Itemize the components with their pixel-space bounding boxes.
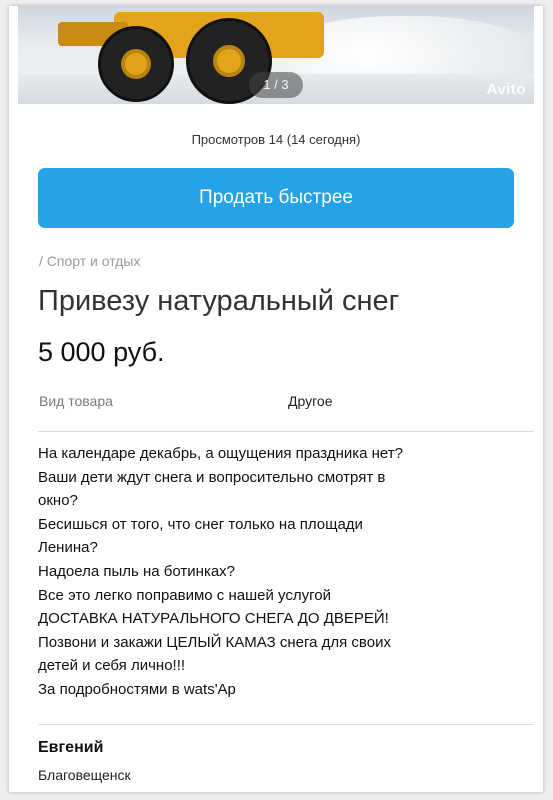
seller-name[interactable]: Евгений: [38, 739, 103, 757]
photo-counter: 1 / 3: [249, 72, 303, 98]
seller-city: Благовещенск: [38, 767, 131, 783]
description-line: Бесишься от того, что снег только на пло…: [38, 515, 363, 533]
listing-price: 5 000 руб.: [38, 337, 165, 367]
description-line: Все это легко поправимо с нашей услугой: [38, 586, 331, 604]
description-line: окно?: [38, 492, 78, 510]
property-label: Вид товара: [39, 393, 113, 409]
description-line: Позвони и закажи ЦЕЛЫЙ КАМАЗ снега для с…: [38, 633, 391, 651]
listing-title: Привезу натуральный снег: [38, 285, 400, 317]
sell-faster-button[interactable]: Продать быстрее: [38, 168, 514, 228]
description-line: На календаре декабрь, а ощущения праздни…: [38, 445, 403, 462]
divider: [38, 431, 534, 432]
description-line: ДОСТАВКА НАТУРАЛЬНОГО СНЕГА ДО ДВЕРЕЙ!: [38, 610, 389, 628]
description-line: Надоела пыль на ботинках?: [38, 562, 236, 580]
listing-photo[interactable]: 1 / 3 Avito: [18, 6, 534, 104]
description-line: Ваши дети ждут снега и вопросительно смо…: [38, 468, 386, 486]
listing-card: 1 / 3 Avito Просмотров 14 (14 сегодня) П…: [9, 6, 543, 792]
property-value: Другое: [288, 393, 333, 409]
listing-description: На календаре декабрь, а ощущения праздни…: [38, 442, 528, 702]
description-line: детей и себя лично!!!: [38, 657, 186, 675]
divider: [38, 724, 534, 725]
avito-watermark: Avito: [486, 81, 526, 98]
breadcrumb[interactable]: / Спорт и отдых: [39, 253, 140, 269]
description-line: За подробностями в wats'Ap: [38, 680, 236, 698]
loader-wheel-image-part: [98, 26, 174, 102]
description-line: Ленина?: [38, 539, 98, 557]
views-counter: Просмотров 14 (14 сегодня): [191, 132, 361, 147]
